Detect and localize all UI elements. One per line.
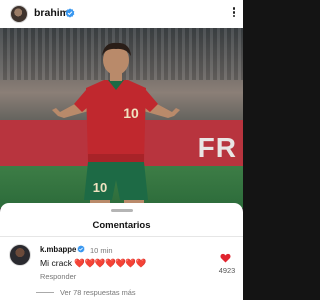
comment-username[interactable]: k.mbappe [40, 245, 76, 254]
replies-line [36, 292, 54, 293]
like-count: 4923 [218, 266, 236, 275]
divider [0, 236, 243, 237]
comments-title: Comentarios [92, 220, 151, 231]
view-more-replies[interactable]: Ver 78 respuestas más [60, 288, 136, 297]
comment-text: Mi crack ❤️❤️❤️❤️❤️❤️❤️ [40, 258, 146, 269]
jersey-number: 10 [123, 105, 139, 121]
post-username[interactable]: brahim [34, 7, 69, 19]
post-header: brahim [0, 0, 243, 28]
reply-button[interactable]: Responder [40, 272, 76, 281]
comments-sheet: Comentarios k.mbappe 10 min Mi crack ❤️❤… [0, 203, 243, 300]
commenter-avatar[interactable] [9, 244, 31, 266]
more-vertical-icon[interactable] [231, 6, 237, 22]
post-photo[interactable]: FR 10 10 [0, 28, 243, 208]
profile-avatar[interactable] [10, 5, 28, 23]
verified-badge-icon [77, 245, 85, 253]
comment-body: Mi crack [40, 258, 72, 268]
heart-icon[interactable] [220, 253, 231, 263]
shorts-number: 10 [93, 180, 107, 195]
player-figure: 10 10 [52, 42, 180, 208]
verified-badge-icon [65, 8, 75, 18]
comment-time: 10 min [90, 245, 113, 255]
sheet-drag-handle[interactable] [111, 209, 133, 212]
board-text: FR [197, 132, 237, 163]
comment-hearts: ❤️❤️❤️❤️❤️❤️❤️ [74, 258, 146, 268]
